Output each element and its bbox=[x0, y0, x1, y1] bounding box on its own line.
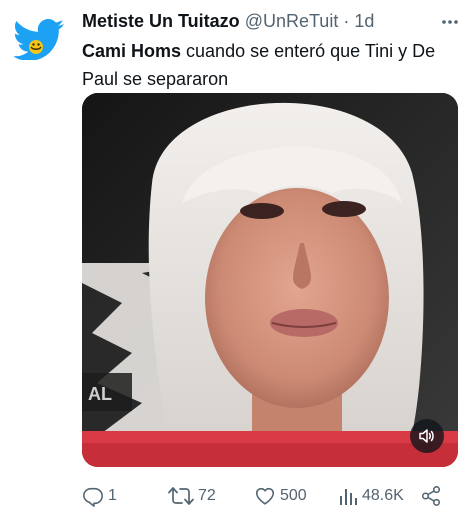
retweet-button[interactable]: 72 bbox=[168, 480, 216, 512]
separator-dot: · bbox=[343, 11, 350, 31]
action-bar: 1 72 500 48.6K bbox=[82, 480, 458, 512]
volume-icon bbox=[419, 429, 434, 443]
share-icon bbox=[421, 486, 441, 506]
share-button[interactable] bbox=[420, 480, 442, 512]
tweet-header: Metiste Un Tuitazo @UnReTuit · 1d bbox=[82, 10, 434, 32]
views-count: 48.6K bbox=[362, 487, 404, 504]
svg-text:AL: AL bbox=[88, 384, 112, 404]
more-button[interactable] bbox=[438, 10, 462, 34]
reply-icon bbox=[83, 487, 103, 507]
tweet-text: Cami Homs cuando se enteró que Tini y De… bbox=[82, 37, 462, 93]
author-handle[interactable]: @UnReTuit bbox=[245, 11, 339, 31]
twitter-bird-avatar-icon bbox=[12, 19, 64, 61]
like-button[interactable]: 500 bbox=[254, 480, 307, 512]
retweet-count: 72 bbox=[198, 487, 216, 504]
reply-button[interactable]: 1 bbox=[82, 480, 117, 512]
video-frame: AL bbox=[82, 93, 458, 467]
avatar[interactable] bbox=[12, 18, 68, 61]
tweet-text-bold: Cami Homs bbox=[82, 41, 182, 61]
heart-icon bbox=[255, 487, 275, 505]
like-count: 500 bbox=[280, 487, 307, 504]
more-icon bbox=[442, 20, 458, 24]
video-player[interactable]: AL bbox=[82, 93, 458, 467]
timestamp[interactable]: 1d bbox=[354, 11, 374, 31]
tweet[interactable]: Metiste Un Tuitazo @UnReTuit · 1d Cami H… bbox=[0, 0, 474, 522]
retweet-icon bbox=[168, 487, 194, 505]
author-name[interactable]: Metiste Un Tuitazo bbox=[82, 11, 240, 31]
reply-count: 1 bbox=[108, 487, 117, 504]
mute-button[interactable] bbox=[410, 419, 444, 453]
views-button[interactable]: 48.6K bbox=[338, 480, 404, 512]
views-icon bbox=[340, 489, 357, 505]
